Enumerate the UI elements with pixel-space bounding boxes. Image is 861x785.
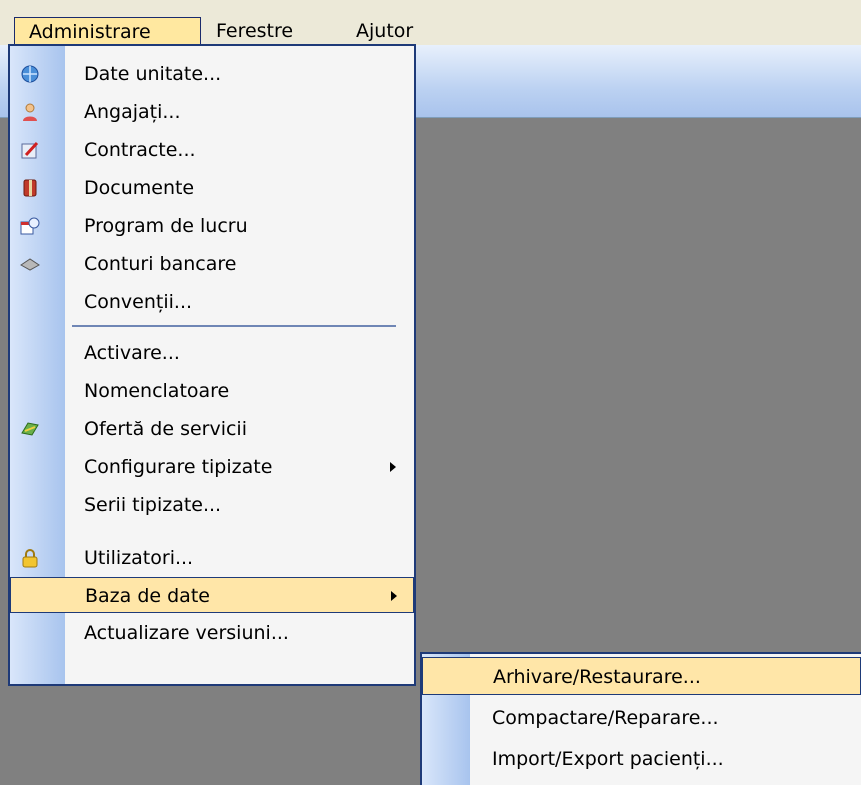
administrare-dropdown: Date unitate... Angajați... Contracte...… <box>8 44 416 686</box>
menu-item-documente[interactable]: Documente <box>10 170 414 206</box>
menu-item-program-lucru[interactable]: Program de lucru <box>10 208 414 244</box>
menu-item-oferta-servicii[interactable]: Ofertă de servicii <box>10 411 414 447</box>
calendar-clock-icon <box>20 216 40 236</box>
menu-item-date-unitate[interactable]: Date unitate... <box>10 56 414 92</box>
menu-item-actualizare-versiuni[interactable]: Actualizare versiuni... <box>10 615 414 651</box>
menu-item-conturi-bancare[interactable]: Conturi bancare <box>10 246 414 282</box>
menu-ferestre-label: Ferestre <box>216 20 294 42</box>
menu-item-activare[interactable]: Activare... <box>10 335 414 371</box>
menu-item-label: Conturi bancare <box>84 253 237 275</box>
baza-de-date-submenu: Arhivare/Restaurare... Compactare/Repara… <box>420 652 861 785</box>
menu-administrare-label: Administrare <box>29 21 151 43</box>
menu-item-contracte[interactable]: Contracte... <box>10 132 414 168</box>
lock-icon <box>20 548 40 568</box>
submenu-arrow-icon <box>390 462 396 472</box>
menu-administrare[interactable]: Administrare <box>14 17 201 45</box>
services-offer-icon <box>20 419 40 439</box>
submenu-item-label: Compactare/Reparare... <box>492 707 719 729</box>
menu-item-configurare-tipizate[interactable]: Configurare tipizate <box>10 449 414 485</box>
menu-bar: Administrare Ferestre Ajutor <box>0 0 861 45</box>
menu-item-label: Angajați... <box>84 101 181 123</box>
menu-item-label: Contracte... <box>84 139 196 161</box>
menu-item-nomenclatoare[interactable]: Nomenclatoare <box>10 373 414 409</box>
menu-item-label: Nomenclatoare <box>84 380 230 402</box>
menu-item-angajati[interactable]: Angajați... <box>10 94 414 130</box>
menu-item-utilizatori[interactable]: Utilizatori... <box>10 540 414 576</box>
menu-item-baza-de-date[interactable]: Baza de date <box>10 577 414 613</box>
menu-item-label: Configurare tipizate <box>84 456 273 478</box>
menu-item-label: Utilizatori... <box>84 547 194 569</box>
menu-item-label: Actualizare versiuni... <box>84 622 289 644</box>
menu-ferestre[interactable]: Ferestre <box>216 17 293 45</box>
menu-item-label: Ofertă de servicii <box>84 418 247 440</box>
documents-icon <box>20 178 40 198</box>
contract-pencil-icon <box>20 140 40 160</box>
database-globe-icon <box>20 64 40 84</box>
menu-item-label: Documente <box>84 177 195 199</box>
submenu-item-label: Import/Export pacienți... <box>492 748 724 770</box>
menu-item-conventii[interactable]: Convenții... <box>10 284 414 320</box>
submenu-item-arhivare-restaurare[interactable]: Arhivare/Restaurare... <box>422 657 861 695</box>
submenu-arrow-icon <box>391 591 397 601</box>
submenu-item-compactare-reparare[interactable]: Compactare/Reparare... <box>422 699 861 737</box>
bank-card-icon <box>20 254 40 274</box>
menu-item-label: Convenții... <box>84 291 193 313</box>
person-icon <box>20 102 40 122</box>
submenu-item-import-export-pacienti[interactable]: Import/Export pacienți... <box>422 740 861 778</box>
menu-ajutor[interactable]: Ajutor <box>356 17 413 45</box>
menu-separator <box>72 325 396 327</box>
submenu-item-label: Arhivare/Restaurare... <box>493 666 701 688</box>
menu-item-serii-tipizate[interactable]: Serii tipizate... <box>10 487 414 523</box>
menu-ajutor-label: Ajutor <box>356 20 414 42</box>
menu-item-label: Serii tipizate... <box>84 494 222 516</box>
menu-item-label: Program de lucru <box>84 215 248 237</box>
menu-item-label: Date unitate... <box>84 63 222 85</box>
menu-item-label: Activare... <box>84 342 180 364</box>
menu-item-label: Baza de date <box>85 585 210 607</box>
